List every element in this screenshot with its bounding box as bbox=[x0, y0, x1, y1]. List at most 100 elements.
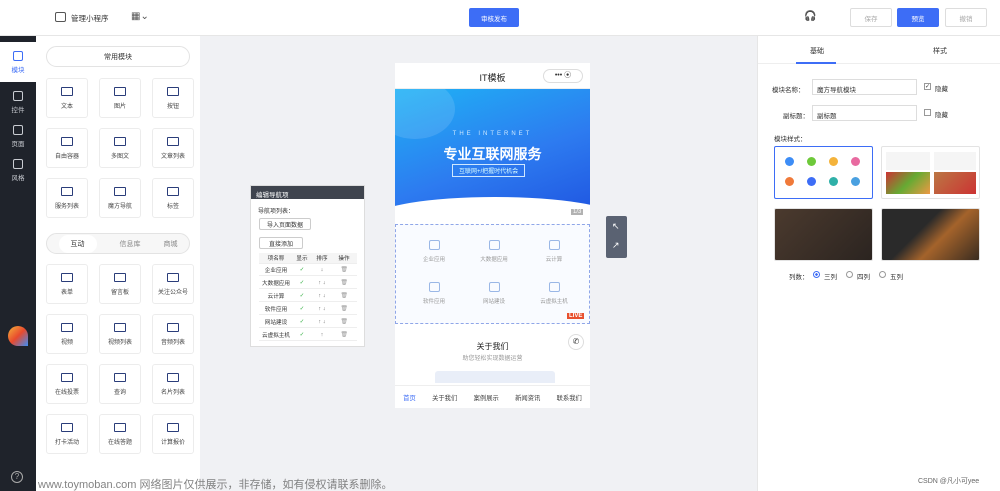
import-page-data-button[interactable]: 导入页面数据 bbox=[259, 218, 311, 230]
module-tile[interactable]: 文章列表 bbox=[152, 128, 194, 168]
service-icon bbox=[548, 240, 560, 250]
save-button[interactable]: 保存 bbox=[850, 8, 892, 27]
grid-switch-icon[interactable]: ▦⌄ bbox=[131, 11, 149, 22]
rail-item-modules[interactable]: 模块 bbox=[0, 42, 36, 82]
module-tile[interactable]: 自由容器 bbox=[46, 128, 88, 168]
hide-name-checkbox[interactable]: ✓ bbox=[924, 83, 931, 90]
nav-home[interactable]: 首页 bbox=[403, 393, 416, 402]
module-tile[interactable]: 留言板 bbox=[99, 264, 141, 304]
top-bar: 管理小程序 ▦⌄ 审核发布 🎧 保存 预览 撤销 bbox=[0, 0, 1000, 36]
delete-icon[interactable]: 🗑 bbox=[333, 319, 355, 325]
module-label: 图片 bbox=[113, 103, 126, 110]
style-option-dark-cards[interactable] bbox=[774, 208, 873, 261]
style-option-icons[interactable] bbox=[774, 146, 873, 199]
mini-program-icon[interactable] bbox=[55, 12, 66, 22]
module-tile[interactable]: 图片 bbox=[99, 78, 141, 118]
module-tile[interactable]: 多图文 bbox=[99, 128, 141, 168]
nav-news[interactable]: 新闻资讯 bbox=[515, 393, 540, 402]
col-4-label: 四列 bbox=[857, 274, 870, 281]
move-down-icon[interactable]: ↗ bbox=[612, 240, 620, 251]
col-3-label: 三列 bbox=[824, 274, 837, 281]
module-tile[interactable]: 标签 bbox=[152, 178, 194, 218]
service-label: 企业应用 bbox=[422, 257, 445, 263]
show-toggle[interactable]: ✓ bbox=[293, 332, 311, 338]
sort-arrows[interactable]: ↑ ↓ bbox=[311, 280, 333, 286]
rail-item-style[interactable]: 风格 bbox=[0, 150, 36, 190]
nav-item-name: 大数据应用 bbox=[262, 281, 290, 287]
module-name-input[interactable]: 魔方导航模块 bbox=[812, 79, 917, 95]
delete-icon[interactable]: 🗑 bbox=[333, 293, 355, 299]
style-option-photo-grid[interactable] bbox=[881, 146, 980, 199]
sort-arrows[interactable]: ↓ bbox=[311, 267, 333, 273]
common-modules-header[interactable]: 常用模块 bbox=[46, 46, 190, 67]
show-toggle[interactable]: ✓ bbox=[293, 293, 311, 299]
delete-icon[interactable]: 🗑 bbox=[333, 267, 355, 273]
module-icon bbox=[61, 136, 73, 146]
phone-call-icon[interactable]: ✆ bbox=[568, 334, 584, 350]
module-tile[interactable]: 视频列表 bbox=[99, 314, 141, 354]
delete-icon[interactable]: 🗑 bbox=[333, 280, 355, 286]
banner-counter: 1/3 bbox=[571, 209, 584, 215]
delete-icon[interactable]: 🗑 bbox=[333, 306, 355, 312]
subtitle-input[interactable]: 副标题 bbox=[812, 105, 917, 121]
tab-info-library[interactable]: 信息库 bbox=[120, 239, 141, 249]
module-tile[interactable]: 表单 bbox=[46, 264, 88, 304]
move-up-icon[interactable]: ↖ bbox=[612, 221, 620, 232]
module-tile[interactable]: 在线答题 bbox=[99, 414, 141, 454]
service-grid[interactable]: 企业应用 大数据应用 云计算 软件应用 网站建设 云虚拟主机 LIVE bbox=[395, 224, 590, 324]
nav-cases[interactable]: 案例展示 bbox=[474, 393, 499, 402]
module-tile[interactable]: 视频 bbox=[46, 314, 88, 354]
module-tile[interactable]: 在线投票 bbox=[46, 364, 88, 404]
headset-icon[interactable]: 🎧 bbox=[804, 11, 816, 22]
hide-subtitle-checkbox[interactable] bbox=[924, 109, 931, 116]
service-item[interactable]: 云计算 bbox=[529, 240, 579, 263]
module-tile[interactable]: 魔方导航 bbox=[99, 178, 141, 218]
module-tile[interactable]: 文本 bbox=[46, 78, 88, 118]
show-toggle[interactable]: ✓ bbox=[293, 267, 311, 273]
show-toggle[interactable]: ✓ bbox=[293, 280, 311, 286]
show-toggle[interactable]: ✓ bbox=[293, 306, 311, 312]
tab-style[interactable]: 样式 bbox=[933, 46, 947, 56]
module-label: 视频列表 bbox=[107, 339, 132, 346]
col-4-radio[interactable] bbox=[846, 271, 853, 278]
table-row: 大数据应用 ✓ ↑ ↓ 🗑 bbox=[259, 278, 357, 289]
col-5-radio[interactable] bbox=[879, 271, 886, 278]
tab-basic[interactable]: 基础 bbox=[810, 46, 824, 56]
col-3-radio[interactable] bbox=[813, 271, 820, 278]
service-item[interactable]: 大数据应用 bbox=[469, 240, 519, 263]
module-tile[interactable]: 服务列表 bbox=[46, 178, 88, 218]
style-option-photo-mix[interactable] bbox=[881, 208, 980, 261]
sort-arrows[interactable]: ↑ ↓ bbox=[311, 293, 333, 299]
sort-arrows[interactable]: ↑ bbox=[311, 332, 333, 338]
service-item[interactable]: 网站建设 bbox=[469, 282, 519, 305]
module-tile[interactable]: 名片列表 bbox=[152, 364, 194, 404]
preview-button[interactable]: 预览 bbox=[897, 8, 939, 27]
publish-button[interactable]: 审核发布 bbox=[469, 8, 519, 27]
service-item[interactable]: 软件应用 bbox=[409, 282, 459, 305]
tab-mall[interactable]: 商城 bbox=[164, 239, 178, 249]
module-label: 魔方导航 bbox=[107, 203, 132, 210]
tab-interact[interactable]: 互动 bbox=[58, 234, 97, 253]
capsule-menu[interactable]: ••• ⦿ bbox=[543, 69, 583, 83]
app-name[interactable]: 管理小程序 bbox=[71, 13, 109, 24]
banner-small-text: THE INTERNET bbox=[452, 131, 533, 137]
module-tile[interactable]: 查询 bbox=[99, 364, 141, 404]
module-tile[interactable]: 按钮 bbox=[152, 78, 194, 118]
show-toggle[interactable]: ✓ bbox=[293, 319, 311, 325]
service-item[interactable]: 企业应用 bbox=[409, 240, 459, 263]
help-icon[interactable]: ? bbox=[11, 471, 23, 483]
nav-about[interactable]: 关于我们 bbox=[432, 393, 457, 402]
module-tile[interactable]: 音频列表 bbox=[152, 314, 194, 354]
module-tile[interactable]: 计算报价 bbox=[152, 414, 194, 454]
sort-arrows[interactable]: ↑ ↓ bbox=[311, 319, 333, 325]
add-directly-button[interactable]: 直接添加 bbox=[259, 237, 303, 249]
module-style-label: 模块样式： bbox=[774, 136, 807, 143]
module-tile[interactable]: 打卡活动 bbox=[46, 414, 88, 454]
module-tile[interactable]: 关注公众号 bbox=[152, 264, 194, 304]
delete-icon[interactable]: 🗑 bbox=[333, 332, 355, 338]
banner[interactable]: THE INTERNET 专业互联网服务 互联网+/把握时代机会 1/3 bbox=[395, 89, 590, 219]
undo-button[interactable]: 撤销 bbox=[945, 8, 987, 27]
sort-arrows[interactable]: ↑ ↓ bbox=[311, 306, 333, 312]
service-item[interactable]: 云虚拟主机 bbox=[529, 282, 579, 305]
nav-contact[interactable]: 联系我们 bbox=[557, 393, 582, 402]
